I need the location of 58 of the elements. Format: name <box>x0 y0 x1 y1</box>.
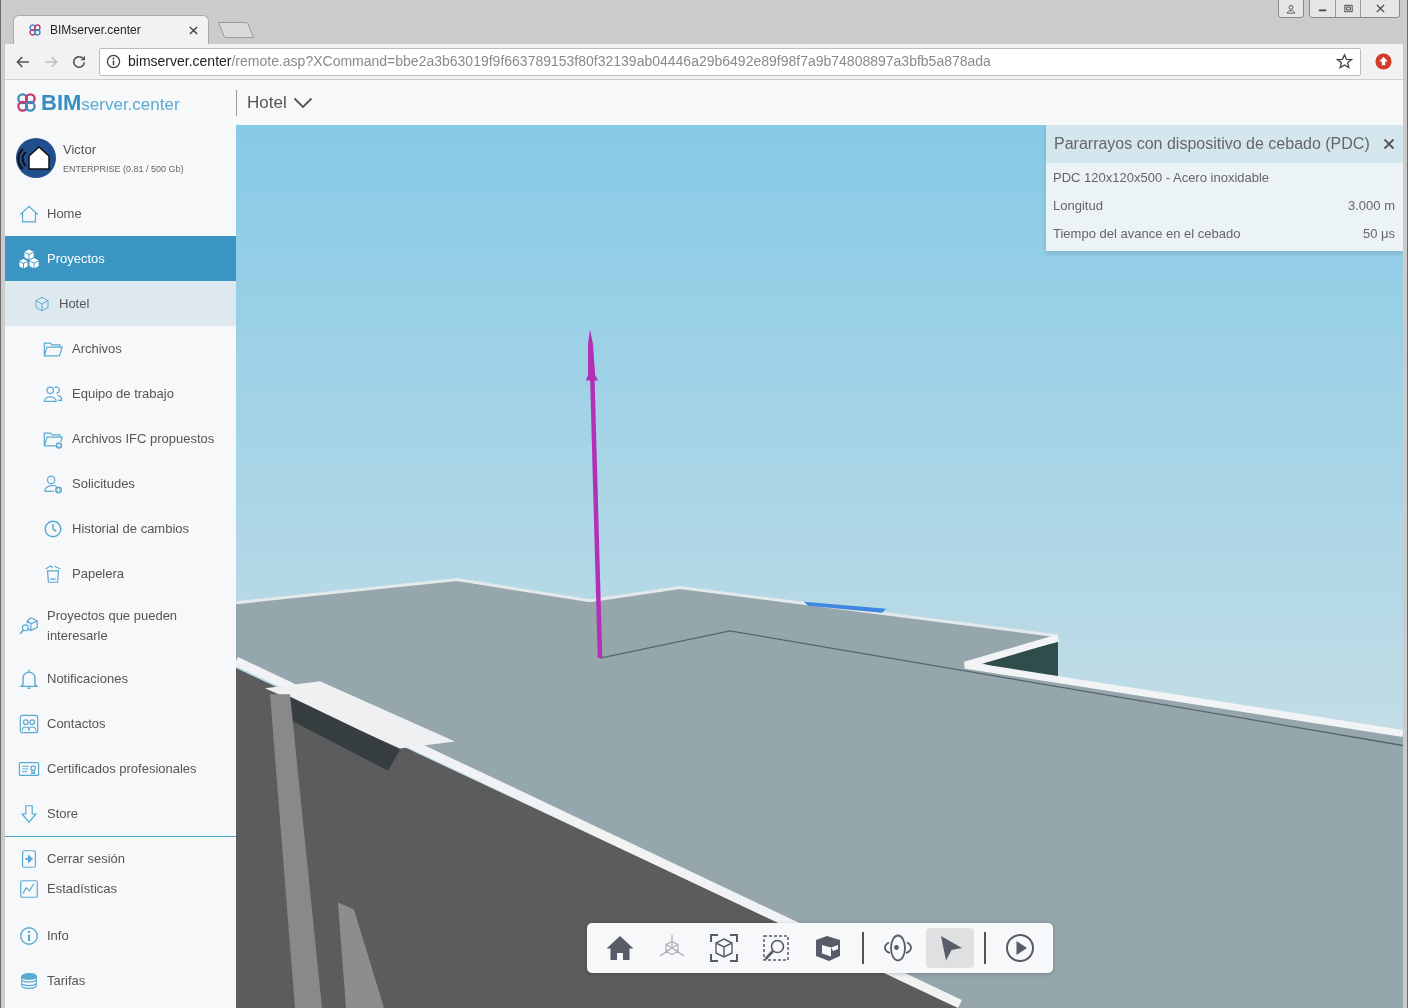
sidebar-item[interactable]: Solicitudes <box>5 461 236 506</box>
select-button[interactable] <box>925 928 974 968</box>
sidebar-item[interactable]: Papelera <box>5 551 236 596</box>
plan-label: ENTERPRISE (0.81 / 500 Gb) <box>63 162 184 176</box>
close-button[interactable] <box>1360 0 1399 17</box>
tab-close-button[interactable] <box>186 23 200 37</box>
sidebar-item[interactable]: Contactos <box>5 701 236 746</box>
sidebar-item[interactable]: Estadísticas <box>5 874 236 904</box>
sidebar-item[interactable]: Archivos IFC propuestos <box>5 416 236 461</box>
chart-icon <box>18 878 40 900</box>
bell-icon <box>18 667 40 690</box>
sidebar-item[interactable]: Tarifas <box>5 958 236 1003</box>
chevron-down-icon <box>292 96 313 109</box>
sidebar-item[interactable]: Equipo de trabajo <box>5 371 236 416</box>
sidebar-item[interactable]: Cerrar sesión <box>5 844 236 874</box>
property-value: 3.000 m <box>1348 197 1395 216</box>
property-label: Tiempo del avance en el cebado <box>1053 225 1241 244</box>
sidebar-item[interactable]: Historial de cambios <box>5 506 236 551</box>
close-icon <box>188 25 198 35</box>
avatar-icon <box>16 138 56 178</box>
browser-tab[interactable]: BIMserver.center <box>13 15 209 44</box>
sidebar-item[interactable]: Certificados profesionales <box>5 746 236 791</box>
bin-icon <box>42 562 64 585</box>
maximize-icon <box>1342 3 1354 14</box>
user-name: Victor <box>63 141 97 159</box>
address-field[interactable]: bimserver.center/remote.asp?XCommand=bbe2a3b63019f9f663789153f80f32139ab04446a29b6492e89f98f7a9b74808897a3bfb5a878ada <box>99 47 1361 76</box>
logo-text: BIMserver.center <box>41 89 180 117</box>
sidebar-item[interactable]: Store <box>5 791 236 836</box>
property-label: PDC 120x120x500 - Acero inoxidable <box>1053 169 1270 188</box>
cube-icon <box>33 294 51 313</box>
person-icon <box>1286 3 1296 14</box>
sidebar-item[interactable]: Archivos <box>5 326 236 371</box>
logo-icon <box>15 91 38 114</box>
property-label: Longitud <box>1053 197 1103 216</box>
sidebar-item[interactable]: Proyectos que pueden interesarle <box>5 596 236 656</box>
close-icon <box>1374 3 1386 14</box>
close-button[interactable] <box>1381 136 1397 152</box>
info-icon <box>106 54 121 69</box>
close-icon <box>1383 138 1395 150</box>
star-icon <box>1335 53 1353 70</box>
sidebar-item[interactable]: Notificaciones <box>5 656 236 701</box>
logo-icon <box>28 23 42 37</box>
property-value: 50 μs <box>1362 225 1395 244</box>
info-icon <box>18 924 40 947</box>
cube-frame-icon <box>707 932 740 964</box>
contact-card-icon <box>18 712 40 735</box>
orbit-icon <box>881 932 914 964</box>
project-dropdown[interactable]: Hotel <box>236 89 313 116</box>
down-arrow-icon <box>18 802 40 825</box>
play-icon <box>1003 932 1036 964</box>
cubes-icon <box>18 247 40 270</box>
sidebar-item[interactable]: Info <box>5 913 236 958</box>
sidebar-item[interactable]: Home <box>5 191 236 236</box>
panel-title: Pararrayos con dispositivo de cebado (PDC) <box>1054 134 1371 154</box>
up-arrow-badge-icon <box>1374 53 1392 70</box>
sidebar-item[interactable]: Hotel <box>5 281 236 326</box>
magnifier-cube-icon <box>18 615 40 637</box>
url-text: bimserver.center/remote.asp?XCommand=bbe2a3b63019f9f663789153f80f32139ab04446a29b6492e89f98f7a9b74808897a3bfb5a878ada <box>128 52 992 71</box>
